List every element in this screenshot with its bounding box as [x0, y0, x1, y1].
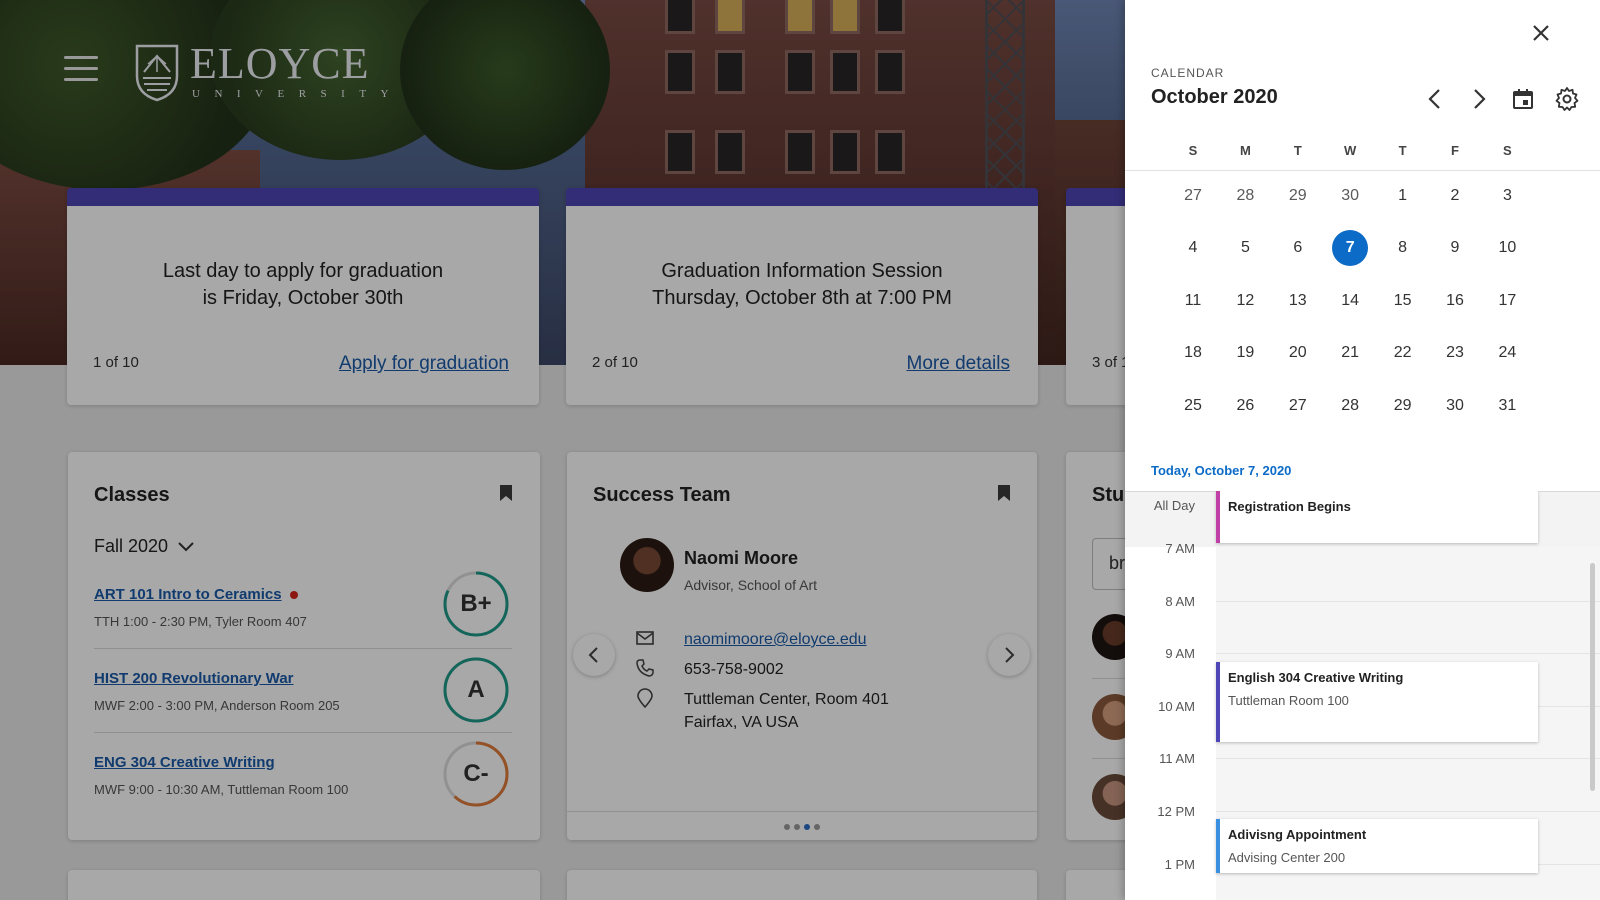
calendar-day[interactable]: 30 — [1437, 388, 1473, 424]
today-label: Today, October 7, 2020 — [1151, 463, 1292, 478]
hour-gridline — [1216, 600, 1600, 602]
weekday-label: S — [1503, 143, 1512, 158]
calendar-day[interactable]: 24 — [1489, 335, 1525, 371]
calendar-day[interactable]: 5 — [1227, 230, 1263, 266]
time-label: 8 AM — [1165, 593, 1195, 609]
calendar-day[interactable]: 17 — [1489, 283, 1525, 319]
calendar-day[interactable]: 28 — [1227, 178, 1263, 214]
weekday-label: T — [1293, 143, 1302, 158]
calendar-day[interactable]: 13 — [1280, 283, 1316, 319]
calendar-day[interactable]: 29 — [1385, 388, 1421, 424]
calendar-day[interactable]: 1 — [1385, 178, 1421, 214]
event-registration-begins[interactable]: Registration Begins — [1216, 491, 1538, 543]
calendar-day[interactable]: 31 — [1489, 388, 1525, 424]
event-location: Tuttleman Room 100 — [1228, 693, 1349, 708]
settings-gear-icon[interactable] — [1554, 86, 1580, 112]
hour-gridline — [1216, 758, 1600, 760]
event-title: English 304 Creative Writing — [1228, 670, 1404, 685]
calendar-day[interactable]: 11 — [1175, 283, 1211, 319]
calendar-icon[interactable] — [1510, 86, 1536, 112]
calendar-day[interactable]: 6 — [1280, 230, 1316, 266]
calendar-day[interactable]: 8 — [1385, 230, 1421, 266]
weekday-label: M — [1239, 143, 1251, 158]
previous-month-icon[interactable] — [1422, 86, 1448, 112]
agenda-scrollbar[interactable] — [1590, 563, 1595, 791]
time-label: 7 AM — [1165, 541, 1195, 556]
calendar-day[interactable]: 9 — [1437, 230, 1473, 266]
calendar-day[interactable]: 19 — [1227, 335, 1263, 371]
hour-gridline — [1216, 653, 1600, 655]
event-advising-appointment[interactable]: Adivisng Appointment Advising Center 200 — [1216, 819, 1538, 873]
calendar-day[interactable]: 27 — [1280, 388, 1316, 424]
time-label: 10 AM — [1158, 698, 1195, 714]
calendar-label: CALENDAR — [1151, 66, 1225, 80]
weekday-label: F — [1451, 143, 1459, 158]
divider — [1125, 170, 1600, 171]
calendar-day[interactable]: 18 — [1175, 335, 1211, 371]
app-root: ELOYCE UNIVERSITY Last day to apply for … — [0, 0, 1600, 900]
time-label: 1 PM — [1164, 856, 1195, 872]
modal-backdrop[interactable] — [0, 0, 1125, 900]
time-label: 11 AM — [1159, 751, 1195, 767]
event-title: Registration Begins — [1228, 499, 1351, 514]
all-day-label: All Day — [1153, 498, 1195, 513]
hour-gridline — [1216, 811, 1600, 812]
event-english-304[interactable]: English 304 Creative Writing Tuttleman R… — [1216, 662, 1538, 742]
calendar-day[interactable]: 29 — [1280, 178, 1316, 214]
weekday-label: T — [1398, 143, 1407, 158]
calendar-day[interactable]: 12 — [1227, 283, 1263, 319]
weekday-label: W — [1344, 143, 1357, 158]
close-icon[interactable] — [1530, 22, 1552, 44]
calendar-day[interactable]: 10 — [1489, 230, 1525, 266]
calendar-day[interactable]: 28 — [1332, 388, 1368, 424]
calendar-day[interactable]: 14 — [1332, 283, 1368, 319]
time-label: 12 PM — [1157, 804, 1195, 819]
calendar-day[interactable]: 4 — [1175, 230, 1211, 266]
day-agenda: All Day Registration Begins 7 AM 8 AM 9 AM… — [1125, 491, 1600, 900]
calendar-day[interactable]: 27 — [1175, 178, 1211, 214]
event-title: Adivisng Appointment — [1228, 827, 1367, 842]
next-month-icon[interactable] — [1466, 86, 1492, 112]
calendar-day[interactable]: 30 — [1332, 178, 1368, 214]
calendar-day[interactable]: 22 — [1385, 335, 1421, 371]
calendar-day[interactable]: 23 — [1437, 335, 1473, 371]
calendar-panel: CALENDAR October 2020 SMTWTFS 27 28 29 30 1 2… — [1125, 0, 1600, 900]
calendar-day[interactable]: 20 — [1280, 335, 1316, 371]
calendar-day[interactable]: 25 — [1175, 388, 1211, 424]
calendar-day[interactable]: 16 — [1437, 283, 1473, 319]
time-label: 9 AM — [1165, 646, 1195, 662]
calendar-day[interactable]: 3 — [1489, 178, 1525, 214]
weekday-label: S — [1188, 143, 1198, 158]
calendar-month-title: October 2020 — [1151, 86, 1278, 108]
calendar-day[interactable]: 2 — [1437, 178, 1473, 214]
event-location: Advising Center 200 — [1228, 850, 1346, 865]
calendar-day[interactable]: 15 — [1385, 283, 1421, 319]
calendar-day[interactable]: 21 — [1332, 335, 1368, 371]
calendar-day[interactable]: 7 — [1332, 230, 1369, 267]
calendar-day[interactable]: 26 — [1227, 388, 1263, 424]
